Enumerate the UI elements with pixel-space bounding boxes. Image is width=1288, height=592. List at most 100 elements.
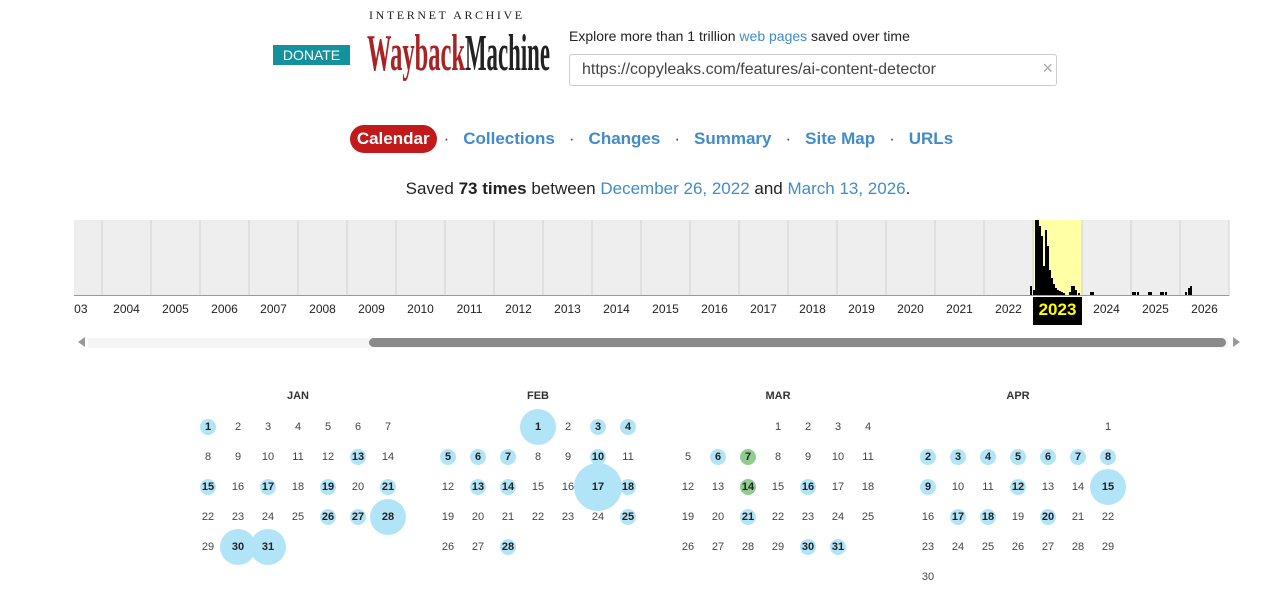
year-label-2006[interactable]: 2006 xyxy=(200,302,249,316)
day-apr-8[interactable]: 8 xyxy=(1093,442,1123,472)
url-search-input[interactable] xyxy=(570,55,1042,85)
year-label-2015[interactable]: 2015 xyxy=(641,302,690,316)
year-label-2014[interactable]: 2014 xyxy=(592,302,641,316)
year-label-2021[interactable]: 2021 xyxy=(935,302,984,316)
year-label-2004[interactable]: 2004 xyxy=(102,302,151,316)
last-capture-link[interactable]: March 13, 2026 xyxy=(787,179,905,198)
year-label-2012[interactable]: 2012 xyxy=(494,302,543,316)
day-apr-12[interactable]: 12 xyxy=(1003,472,1033,502)
day-apr-28: 28 xyxy=(1071,541,1085,553)
year-label-2011[interactable]: 2011 xyxy=(445,302,494,316)
year-label-2007[interactable]: 2007 xyxy=(249,302,298,316)
tab-calendar[interactable]: Calendar xyxy=(349,125,437,153)
year-label-2020[interactable]: 2020 xyxy=(886,302,935,316)
year-label-2005[interactable]: 2005 xyxy=(151,302,200,316)
day-feb-28[interactable]: 28 xyxy=(493,532,523,562)
year-label-2022[interactable]: 2022 xyxy=(984,302,1033,316)
year-label-2016[interactable]: 2016 xyxy=(690,302,739,316)
day-apr-7[interactable]: 7 xyxy=(1063,442,1093,472)
day-apr-26: 26 xyxy=(1011,541,1025,553)
day-mar-14[interactable]: 14 xyxy=(733,472,763,502)
day-mar-6[interactable]: 6 xyxy=(703,442,733,472)
day-feb-1[interactable]: 1 xyxy=(523,412,553,442)
day-jan-28[interactable]: 28 xyxy=(373,502,403,532)
day-feb-5[interactable]: 5 xyxy=(433,442,463,472)
day-jan-31[interactable]: 31 xyxy=(253,532,283,562)
day-jan-17[interactable]: 17 xyxy=(253,472,283,502)
day-feb-25[interactable]: 25 xyxy=(613,502,643,532)
day-apr-3[interactable]: 3 xyxy=(943,442,973,472)
day-apr-15[interactable]: 15 xyxy=(1093,472,1123,502)
scroll-left-arrow-icon[interactable] xyxy=(78,337,85,347)
day-apr-5[interactable]: 5 xyxy=(1003,442,1033,472)
day-feb-7[interactable]: 7 xyxy=(493,442,523,472)
day-feb-17[interactable]: 17 xyxy=(583,472,613,502)
day-feb-11: 11 xyxy=(622,451,634,463)
day-feb-6[interactable]: 6 xyxy=(463,442,493,472)
day-mar-30[interactable]: 30 xyxy=(793,532,823,562)
year-label-2025[interactable]: 2025 xyxy=(1131,302,1180,316)
day-feb-13[interactable]: 13 xyxy=(463,472,493,502)
day-feb-23: 23 xyxy=(561,511,575,523)
day-mar-7[interactable]: 7 xyxy=(733,442,763,472)
year-label-2024[interactable]: 2024 xyxy=(1082,302,1131,316)
donate-button[interactable]: DONATE xyxy=(273,45,350,65)
day-feb-18[interactable]: 18 xyxy=(613,472,643,502)
day-jan-15[interactable]: 15 xyxy=(193,472,223,502)
day-jan-10: 10 xyxy=(261,451,275,463)
day-apr-30: 30 xyxy=(921,571,935,583)
month-title-apr: APR xyxy=(1006,390,1030,402)
day-feb-14[interactable]: 14 xyxy=(493,472,523,502)
wayback-machine-logo[interactable]: Wayback Machine xyxy=(367,20,551,82)
timeline-capture-bar xyxy=(1041,236,1043,296)
day-apr-9[interactable]: 9 xyxy=(913,472,943,502)
day-feb-4[interactable]: 4 xyxy=(613,412,643,442)
day-jan-27[interactable]: 27 xyxy=(343,502,373,532)
day-apr-18[interactable]: 18 xyxy=(973,502,1003,532)
day-jan-13[interactable]: 13 xyxy=(343,442,373,472)
year-label-2017[interactable]: 2017 xyxy=(739,302,788,316)
day-jan-7: 7 xyxy=(384,421,392,433)
year-label-2018[interactable]: 2018 xyxy=(788,302,837,316)
day-apr-20[interactable]: 20 xyxy=(1033,502,1063,532)
day-jan-21[interactable]: 21 xyxy=(373,472,403,502)
year-label-2023[interactable]: 2023 xyxy=(1033,297,1082,325)
scroll-right-arrow-icon[interactable] xyxy=(1233,337,1240,347)
year-label-2019[interactable]: 2019 xyxy=(837,302,886,316)
tab-summary[interactable]: Summary xyxy=(687,125,778,153)
year-label-003[interactable]: 003 xyxy=(74,302,102,316)
day-jan-1[interactable]: 1 xyxy=(193,412,223,442)
tab-changes[interactable]: Changes xyxy=(582,125,668,153)
first-capture-link[interactable]: December 26, 2022 xyxy=(600,179,749,198)
day-mar-13: 13 xyxy=(711,481,725,493)
day-jan-26[interactable]: 26 xyxy=(313,502,343,532)
tab-site-map[interactable]: Site Map xyxy=(798,125,882,153)
year-label-2008[interactable]: 2008 xyxy=(298,302,347,316)
capture-timeline[interactable] xyxy=(0,220,1288,296)
year-label-2013[interactable]: 2013 xyxy=(543,302,592,316)
tab-urls[interactable]: URLs xyxy=(902,125,960,153)
day-jan-12: 12 xyxy=(321,451,335,463)
day-jan-30[interactable]: 30 xyxy=(223,532,253,562)
day-mar-8: 8 xyxy=(774,451,782,463)
day-mar-16[interactable]: 16 xyxy=(793,472,823,502)
day-mar-21[interactable]: 21 xyxy=(733,502,763,532)
tab-collections[interactable]: Collections xyxy=(456,125,562,153)
year-label-2026[interactable]: 2026 xyxy=(1180,302,1229,316)
day-jan-5: 5 xyxy=(324,421,332,433)
day-jan-23: 23 xyxy=(231,511,245,523)
day-apr-4[interactable]: 4 xyxy=(973,442,1003,472)
day-mar-31[interactable]: 31 xyxy=(823,532,853,562)
timeline-capture-bar xyxy=(1035,220,1037,296)
day-jan-19[interactable]: 19 xyxy=(313,472,343,502)
day-apr-17[interactable]: 17 xyxy=(943,502,973,532)
tagline: Explore more than 1 trillion web pages s… xyxy=(569,28,910,44)
clear-icon[interactable]: × xyxy=(1042,58,1053,79)
year-label-2010[interactable]: 2010 xyxy=(396,302,445,316)
day-apr-6[interactable]: 6 xyxy=(1033,442,1063,472)
day-apr-2[interactable]: 2 xyxy=(913,442,943,472)
timeline-scrollbar-thumb[interactable] xyxy=(369,338,1226,347)
web-pages-link[interactable]: web pages xyxy=(739,28,807,44)
day-feb-3[interactable]: 3 xyxy=(583,412,613,442)
year-label-2009[interactable]: 2009 xyxy=(347,302,396,316)
